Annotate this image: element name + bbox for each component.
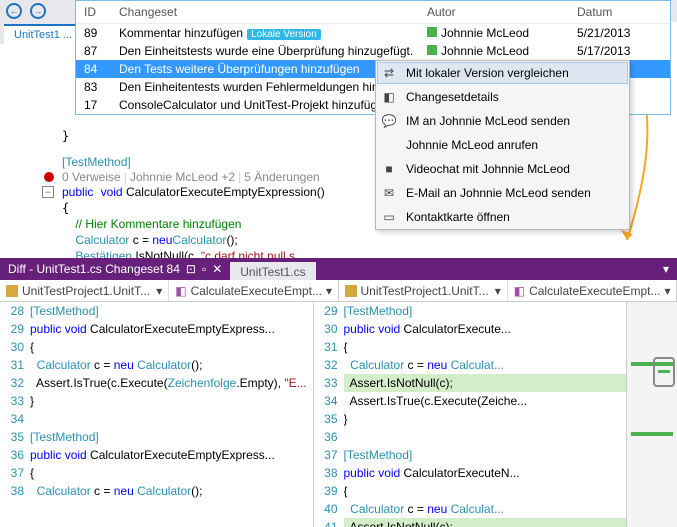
ctx-icon: ■ [380, 160, 398, 178]
diff-title: Diff - UnitTest1.cs Changeset 84 [8, 262, 180, 276]
class-icon [345, 285, 357, 297]
breadcrumbs: UnitTestProject1.UnitT...▾ ◧CalculateExe… [0, 280, 677, 302]
ctx-item[interactable]: ⇄Mit lokaler Version vergleichen [376, 61, 629, 85]
diff-line: 32 Calculator c = neu Calculat... [314, 356, 627, 374]
diff-area: 28[TestMethod]29public void CalculatorEx… [0, 302, 677, 527]
col-datum[interactable]: Datum [577, 5, 662, 19]
nav-back[interactable]: ← [4, 2, 24, 20]
crumb-right-method[interactable]: ◧CalculateExecuteEmpt...▾ [507, 280, 676, 301]
diff-line: 31{ [314, 338, 627, 356]
float-icon[interactable]: ▫ [202, 262, 206, 276]
ctx-icon: ▭ [380, 208, 398, 226]
diff-line: 37{ [0, 464, 313, 482]
ctx-item[interactable]: ■Videochat mit Johnnie McLeod [376, 157, 629, 181]
ctx-icon: ◧ [380, 88, 398, 106]
minimap-viewport[interactable] [653, 357, 675, 387]
col-changeset[interactable]: Changeset [119, 5, 427, 19]
ctx-icon [380, 136, 398, 154]
col-id[interactable]: ID [84, 5, 119, 19]
dropdown-icon[interactable]: ▾ [655, 262, 677, 276]
pin-icon[interactable]: ⊡ [186, 262, 196, 276]
diff-line: 32 Assert.IsTrue(c.Execute(Zeichenfolge.… [0, 374, 313, 392]
diff-minimap[interactable] [627, 302, 677, 527]
close-icon[interactable]: ✕ [212, 262, 222, 276]
diff-pane-right[interactable]: 29[TestMethod]30public void CalculatorEx… [314, 302, 628, 527]
diff-line: 41 Assert.IsNotNull(c); [314, 518, 627, 527]
diff-line: 38public void CalculatorExecuteN... [314, 464, 627, 482]
crumb-right-proj[interactable]: UnitTestProject1.UnitT...▾ [339, 280, 507, 301]
diff-line: 40 Calculator c = neu Calculat... [314, 500, 627, 518]
class-icon [6, 285, 18, 297]
diff-tab-active[interactable]: Diff - UnitTest1.cs Changeset 84 ⊡ ▫ ✕ [0, 258, 230, 280]
history-header: ID Changeset Autor Datum [76, 1, 670, 24]
ctx-item[interactable]: Johnnie McLeod anrufen [376, 133, 629, 157]
diff-line: 33} [0, 392, 313, 410]
ctx-icon: ⇄ [380, 64, 398, 82]
method-icon: ◧ [175, 284, 186, 298]
diff-header: Diff - UnitTest1.cs Changeset 84 ⊡ ▫ ✕ U… [0, 258, 677, 280]
col-autor[interactable]: Autor [427, 5, 577, 19]
method-icon: ◧ [514, 284, 525, 298]
fwd-icon: → [30, 3, 46, 19]
diff-line: 29public void CalculatorExecuteEmptyExpr… [0, 320, 313, 338]
tab-unittest[interactable]: UnitTest1 ... [4, 24, 82, 44]
back-icon: ← [6, 3, 22, 19]
diff-line: 39{ [314, 482, 627, 500]
diff-line: 30{ [0, 338, 313, 356]
diff-line: 31 Calculator c = neu Calculator(); [0, 356, 313, 374]
crumb-left-method[interactable]: ◧CalculateExecuteEmpt...▾ [168, 280, 337, 301]
diff-line: 35} [314, 410, 627, 428]
nav-fwd[interactable]: → [28, 2, 48, 20]
breakpoint-icon[interactable] [44, 172, 54, 182]
diff-line: 28[TestMethod] [0, 302, 313, 320]
ctx-item[interactable]: ▭Kontaktkarte öffnen [376, 205, 629, 229]
ctx-icon: ✉ [380, 184, 398, 202]
editor-tabs: UnitTest1 ... [0, 22, 82, 44]
context-menu: ⇄Mit lokaler Version vergleichen◧Changes… [375, 60, 630, 230]
ctx-item[interactable]: 💬IM an Johnnie McLeod senden [376, 109, 629, 133]
diff-line: 36public void CalculatorExecuteEmptyExpr… [0, 446, 313, 464]
diff-pane-left[interactable]: 28[TestMethod]29public void CalculatorEx… [0, 302, 314, 527]
history-row[interactable]: 87 Den Einheitstests wurde eine Überprüf… [76, 42, 670, 60]
ctx-icon: 💬 [380, 112, 398, 130]
diff-line: 34 [0, 410, 313, 428]
diff-line: 35[TestMethod] [0, 428, 313, 446]
attr-testmethod: [TestMethod] [62, 155, 131, 169]
diff-line: 29[TestMethod] [314, 302, 627, 320]
diff-line: 34 Assert.IsTrue(c.Execute(Zeiche... [314, 392, 627, 410]
crumb-left-proj[interactable]: UnitTestProject1.UnitT...▾ [0, 280, 168, 301]
ctx-item[interactable]: ✉E-Mail an Johnnie McLeod senden [376, 181, 629, 205]
diff-line: 30public void CalculatorExecute... [314, 320, 627, 338]
ctx-item[interactable]: ◧Changesetdetails [376, 85, 629, 109]
collapse-icon[interactable]: − [42, 186, 54, 198]
diff-line: 33 Assert.IsNotNull(c); [314, 374, 627, 392]
diff-tab-inactive[interactable]: UnitTest1.cs [230, 262, 315, 280]
history-row[interactable]: 89 Kommentar hinzufügenLokale Version Jo… [76, 24, 670, 42]
diff-line: 37[TestMethod] [314, 446, 627, 464]
diff-line: 36 [314, 428, 627, 446]
diff-line: 38 Calculator c = neu Calculator(); [0, 482, 313, 500]
